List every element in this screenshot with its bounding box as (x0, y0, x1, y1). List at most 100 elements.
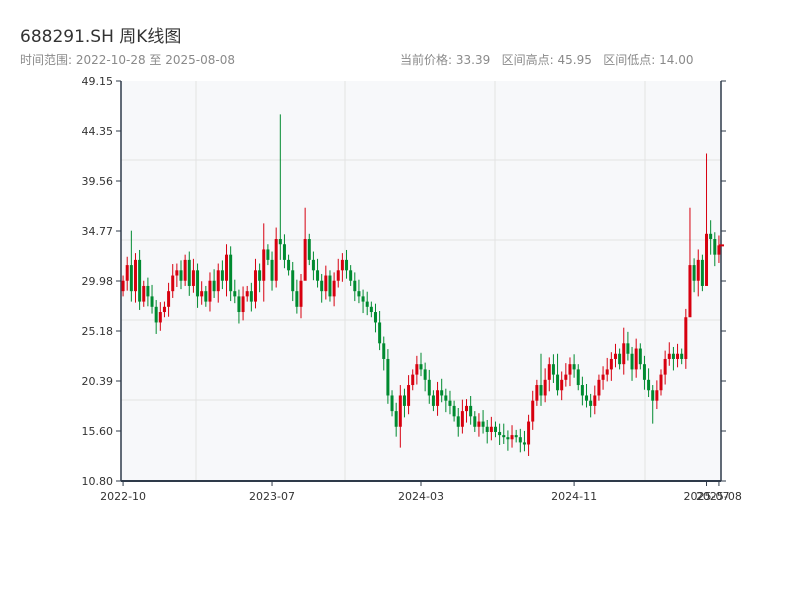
candle-body (411, 374, 415, 386)
candle-body (220, 270, 224, 281)
candle-body (183, 259, 187, 281)
candle-body (659, 374, 663, 391)
candle-body (154, 306, 158, 323)
x-tick-label: 2024-03 (398, 490, 444, 503)
x-tick-label: 2023-07 (249, 490, 295, 503)
candle-body (307, 239, 311, 260)
y-tick-label: 15.60 (82, 425, 114, 438)
candle-body (622, 343, 626, 365)
candle-body (667, 353, 671, 359)
candle-body (373, 312, 377, 323)
candlestick-chart: 10.80 15.60 20.39 25.18 29.98 34.77 39.56 44.35… (82, 75, 742, 503)
candle-body (601, 374, 605, 380)
candle-body (171, 275, 175, 292)
candle-body (278, 239, 282, 245)
x-tick-label: 2024-11 (551, 490, 597, 503)
candle-body (576, 369, 580, 386)
candle-body (162, 306, 166, 313)
candle-body (436, 390, 440, 406)
candle-body (510, 435, 514, 440)
candle-body (212, 280, 216, 292)
candle-body (295, 291, 299, 307)
candle-body (469, 405, 473, 417)
candle-body (353, 280, 357, 292)
candle-body (233, 291, 237, 297)
candle-body (324, 275, 328, 292)
candle-body (531, 400, 535, 422)
candle-body (187, 259, 191, 286)
candle-body (386, 358, 390, 396)
candle-body (655, 390, 659, 401)
candle-body (229, 254, 233, 292)
candle-body (291, 270, 295, 292)
candle-body (415, 364, 419, 375)
candle-body (398, 395, 402, 427)
candle-body (692, 265, 696, 281)
candle-body (133, 259, 137, 292)
candle-body (365, 301, 369, 307)
candle-body (394, 411, 398, 427)
candle-body (498, 431, 502, 436)
candle-body (696, 259, 700, 281)
y-tick-label: 25.18 (82, 325, 114, 338)
candle-body (262, 249, 266, 281)
y-tick-label: 34.77 (82, 225, 114, 238)
candle-body (287, 259, 291, 271)
candle-body (506, 437, 510, 440)
x-tick-label: 2022-10 (100, 490, 146, 503)
candle-body (527, 421, 531, 445)
candle-body (245, 291, 249, 297)
candle-body (709, 233, 713, 240)
candle-body (444, 395, 448, 401)
candle-body (121, 280, 125, 292)
candle-body (605, 369, 609, 375)
candle-body (580, 385, 584, 396)
candle-body (299, 280, 303, 307)
y-tick-label: 39.56 (82, 175, 114, 188)
candle-body (336, 270, 340, 281)
candle-body (266, 249, 270, 260)
candle-body (427, 379, 431, 396)
candle-body (543, 379, 547, 396)
candle-body (196, 270, 200, 297)
candle-body (493, 426, 497, 432)
candle-body (146, 285, 150, 297)
candle-body (676, 353, 680, 359)
candle-body (241, 296, 245, 313)
candle-body (568, 364, 572, 375)
candle-body (647, 379, 651, 391)
candle-body (589, 400, 593, 406)
candle-body (303, 239, 307, 281)
candle-body (270, 259, 274, 281)
candle-body (700, 259, 704, 286)
candle-body (535, 385, 539, 401)
candle-body (311, 259, 315, 271)
candle-body (225, 254, 229, 281)
candle-body (345, 259, 349, 271)
candle-body (680, 353, 684, 359)
candle-body (179, 270, 183, 281)
candle-body (249, 291, 253, 302)
candle-body (208, 280, 212, 302)
candle-body (328, 275, 332, 297)
candle-body (556, 374, 560, 391)
candle-body (593, 395, 597, 406)
candle-body (705, 233, 709, 286)
candle-body (613, 353, 617, 359)
candle-body (361, 296, 365, 302)
candle-body (460, 411, 464, 427)
candle-body (191, 270, 195, 286)
candle-body (204, 291, 208, 302)
candle-body (419, 364, 423, 370)
candle-body (402, 395, 406, 406)
candle-body (609, 358, 613, 370)
candle-body (539, 385, 543, 396)
candle-body (514, 435, 518, 438)
candle-body (564, 374, 568, 380)
candle-body (138, 259, 142, 302)
candle-body (125, 265, 129, 281)
candle-body (216, 270, 220, 292)
candle-body (489, 426, 493, 432)
y-tick-label: 49.15 (82, 75, 114, 88)
candle-body (465, 405, 469, 412)
